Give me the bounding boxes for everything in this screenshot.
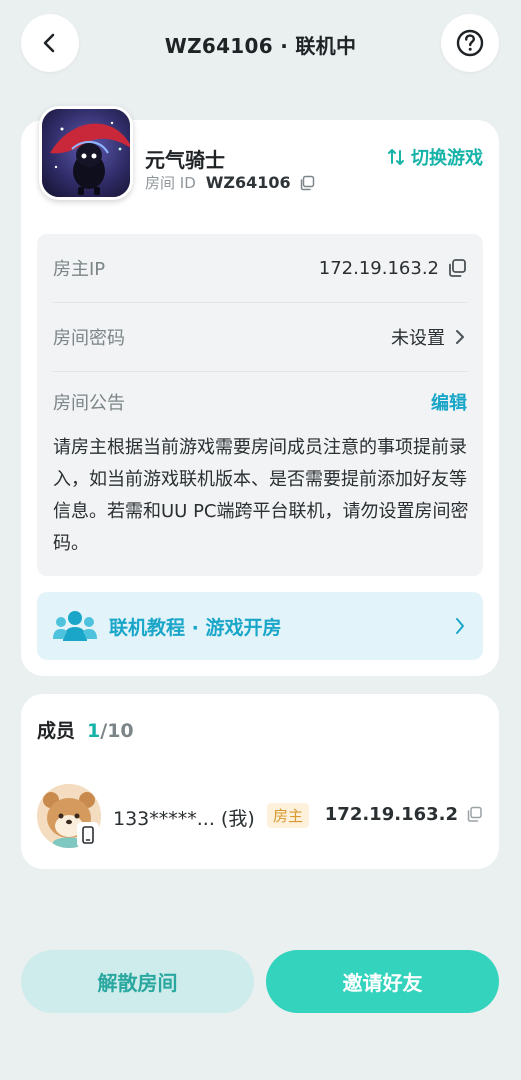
copy-icon[interactable] (447, 258, 467, 278)
game-name: 元气骑士 (145, 148, 225, 172)
password-value-wrap: 未设置 (391, 324, 467, 350)
help-button[interactable] (441, 14, 499, 72)
password-label: 房间密码 (53, 328, 125, 349)
switch-arrows-icon (388, 149, 404, 165)
members-title: 成员 (37, 720, 76, 742)
announcement-text: 请房主根据当前游戏需要房间成员注意的事项提前录入，如当前游戏联机版本、是否需要提… (53, 437, 469, 554)
users-group-icon (53, 611, 97, 641)
members-count-total: /10 (100, 720, 134, 742)
host-badge: 房主 (267, 803, 310, 828)
dissolve-room-button[interactable]: 解散房间 (21, 950, 254, 1013)
top-bar: WZ64106 · 联机中 (0, 0, 521, 90)
member-name: 133*****... (我) (113, 808, 255, 830)
password-row[interactable]: 房间密码 未设置 (53, 303, 467, 371)
tutorial-banner[interactable]: 联机教程 · 游戏开房 (37, 592, 483, 660)
switch-game-label: 切换游戏 (411, 148, 483, 169)
password-value: 未设置 (391, 328, 445, 349)
host-ip-row: 房主IP 172.19.163.2 (53, 234, 467, 302)
chevron-right-icon (456, 330, 464, 344)
member-ip-wrap[interactable]: 172.19.163.2 (325, 804, 483, 825)
members-header: 成员 1/10 (37, 716, 134, 743)
room-id-value: WZ64106 (205, 173, 291, 192)
members-count-current: 1 (87, 720, 101, 742)
announcement-label: 房间公告 (53, 393, 125, 414)
switch-game-button[interactable]: 切换游戏 (387, 144, 483, 170)
edit-announcement-button[interactable]: 编辑 (431, 389, 467, 415)
member-ip: 172.19.163.2 (324, 804, 458, 825)
members-count: 1/10 (87, 720, 134, 742)
room-info-box: 房主IP 172.19.163.2 房间密码 未设置 房间公告 编辑 请房主根据… (37, 234, 483, 576)
list-item[interactable]: 133*****... (我) 房主 172.19.163.2 (37, 784, 483, 848)
host-ip-label: 房主IP (53, 259, 106, 280)
chevron-right-icon (456, 618, 464, 634)
tutorial-label: 联机教程 · 游戏开房 (109, 616, 282, 639)
phone-icon (77, 822, 99, 848)
room-id-row: 房间 ID WZ64106 (145, 172, 315, 193)
game-icon (39, 106, 133, 200)
room-id-label: 房间 ID (145, 174, 196, 192)
room-card: 元气骑士 房间 ID WZ64106 切换游戏 房主IP 172.19.163.… (21, 106, 499, 676)
invite-friends-button[interactable]: 邀请好友 (266, 950, 499, 1013)
host-ip-value: 172.19.163.2 (318, 257, 439, 279)
members-card: 成员 1/10 133*****... (我) 房主 172.19.163.2 (21, 694, 499, 869)
question-circle-icon (456, 29, 484, 57)
host-ip-value-wrap[interactable]: 172.19.163.2 (319, 258, 467, 279)
copy-icon[interactable] (299, 175, 315, 191)
copy-icon[interactable] (466, 806, 483, 823)
announcement-row: 房间公告 编辑 (53, 372, 467, 432)
